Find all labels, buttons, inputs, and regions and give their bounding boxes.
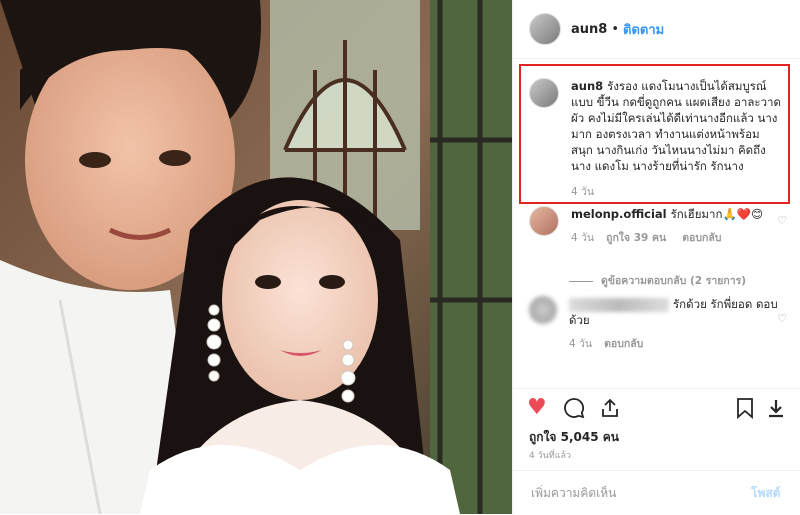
comment-time: 4 วัน <box>569 338 593 350</box>
list-item: รักด้วย รักพี่ยอด ดอบด้วย 4 วัน ตอบกลับ <box>529 296 779 352</box>
comment-meta: 4 วัน ถูกใจ 39 คน ตอบกลับ <box>571 230 781 246</box>
avatar[interactable] <box>529 296 557 324</box>
bookmark-icon[interactable] <box>735 397 755 424</box>
comment-body: melonp.official รักเฮียมาก🙏❤️😊 4 วัน ถูกใ… <box>571 206 781 246</box>
post-photo[interactable] <box>0 0 512 514</box>
download-icon[interactable] <box>767 397 785 424</box>
comment-username[interactable]: aun8 <box>571 79 603 93</box>
post-panel: aun8 • ติดตาม aun8 รังรอง แดงโมนางเป็นได้… <box>512 0 800 514</box>
follow-button[interactable]: ติดตาม <box>623 19 664 40</box>
action-bar: ♥ <box>513 388 800 429</box>
avatar[interactable] <box>529 78 559 108</box>
comment-likes[interactable]: ถูกใจ 39 คน <box>606 230 666 246</box>
add-comment-bar: โพสต์ <box>513 470 800 515</box>
comment-time: 4 วัน <box>571 232 595 244</box>
heart-icon[interactable]: ♥ <box>527 397 547 419</box>
comment-body: รักด้วย รักพี่ยอด ดอบด้วย 4 วัน ตอบกลับ <box>569 296 779 352</box>
comment-input[interactable] <box>529 485 743 501</box>
likes-count[interactable]: ถูกใจ 5,045 คน <box>529 428 619 447</box>
comment-body: aun8 รังรอง แดงโมนางเป็นได้สมบูรณ์แบบ ขี้… <box>571 78 781 200</box>
divider <box>569 280 593 282</box>
comment-username[interactable] <box>569 297 669 312</box>
heart-icon[interactable]: ♡ <box>777 312 787 325</box>
comment-icon[interactable] <box>563 397 585 424</box>
comment-meta: 4 วัน ตอบกลับ <box>569 336 779 352</box>
reply-button[interactable]: ตอบกลับ <box>604 336 643 352</box>
separator-dot: • <box>611 21 619 37</box>
view-replies-link[interactable]: ดูข้อความตอบกลับ (2 รายการ) <box>569 272 746 289</box>
post-header: aun8 • ติดตาม <box>513 0 800 59</box>
comment-username[interactable]: melonp.official <box>571 207 667 221</box>
post-username[interactable]: aun8 <box>571 22 607 37</box>
comment-meta: 4 วัน <box>571 184 781 200</box>
list-item: melonp.official รักเฮียมาก🙏❤️😊 4 วัน ถูกใ… <box>529 206 781 246</box>
avatar[interactable] <box>529 13 561 45</box>
list-item: aun8 รังรอง แดงโมนางเป็นได้สมบูรณ์แบบ ขี้… <box>529 78 781 200</box>
comment-time: 4 วัน <box>571 186 595 198</box>
comment-text: รักเฮียมาก🙏❤️😊 <box>670 207 764 221</box>
post-button[interactable]: โพสต์ <box>751 484 780 503</box>
view-replies-label[interactable]: ดูข้อความตอบกลับ (2 รายการ) <box>601 275 746 287</box>
selfie-image <box>0 0 512 514</box>
post-timestamp: 4 วันที่แล้ว <box>529 451 572 461</box>
comments-section: aun8 รังรอง แดงโมนางเป็นได้สมบูรณ์แบบ ขี้… <box>513 58 800 388</box>
comment-text: รังรอง แดงโมนางเป็นได้สมบูรณ์แบบ ขี้วีน … <box>571 79 781 173</box>
avatar[interactable] <box>529 206 559 236</box>
heart-icon[interactable]: ♡ <box>777 214 787 227</box>
reply-button[interactable]: ตอบกลับ <box>682 230 721 246</box>
share-icon[interactable] <box>599 397 621 424</box>
